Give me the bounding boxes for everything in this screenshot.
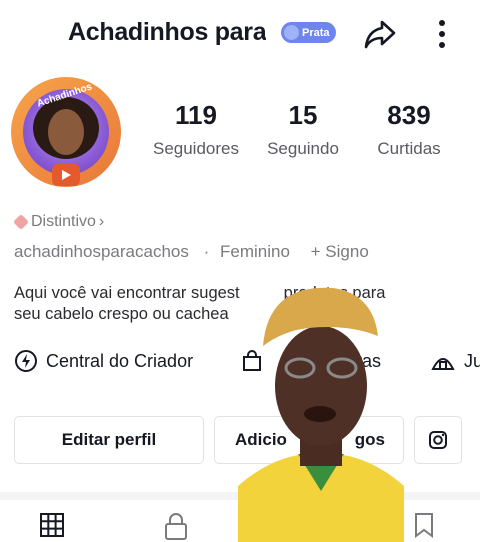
- lock-icon: [165, 513, 187, 540]
- stat-likes[interactable]: 839 Curtidas: [370, 100, 448, 159]
- followers-count: 119: [175, 100, 217, 130]
- gender-label: Feminino: [220, 242, 290, 261]
- username-line: achadinhosparacachos · Feminino + Signo: [14, 242, 373, 262]
- tent-icon: [431, 358, 455, 370]
- chip-central-criador[interactable]: Central do Criador: [14, 349, 193, 373]
- distintivo-label: Distintivo: [31, 213, 96, 230]
- followers-label: Seguidores: [152, 139, 239, 158]
- share-arrow-icon: [364, 20, 396, 49]
- tab-saved[interactable]: [404, 512, 444, 542]
- instagram-icon: [429, 431, 447, 449]
- more-button[interactable]: [430, 16, 454, 52]
- profile-header: Achadinhos para Prata: [0, 0, 480, 70]
- bookmark-icon: [415, 513, 433, 538]
- overlay-person-image: [238, 287, 404, 542]
- instagram-button[interactable]: [414, 416, 462, 464]
- tab-private[interactable]: [156, 512, 196, 542]
- chevron-right-icon: ›: [98, 213, 105, 230]
- likes-count: 839: [387, 100, 431, 130]
- separator-dot: ·: [203, 242, 210, 261]
- avatar[interactable]: Achadinhos: [10, 76, 122, 194]
- distintivo-icon: [13, 214, 29, 230]
- grid-icon: [40, 513, 64, 537]
- share-button[interactable]: [362, 16, 398, 52]
- badge-icon: [284, 25, 299, 40]
- edit-profile-button[interactable]: Editar perfil: [14, 416, 204, 464]
- following-count: 15: [288, 100, 318, 130]
- chip-label: Central do Criador: [46, 350, 194, 371]
- level-badge[interactable]: Prata: [281, 22, 336, 43]
- distintivo-link[interactable]: Distintivo ›: [13, 213, 105, 231]
- chip-label: Ju: [464, 350, 480, 371]
- username: achadinhosparacachos: [14, 242, 189, 261]
- stat-following[interactable]: 15 Seguindo: [260, 100, 346, 159]
- badge-label: Prata: [302, 26, 330, 39]
- stat-followers[interactable]: 119 Seguidores: [146, 100, 246, 159]
- play-icon: [52, 164, 80, 186]
- tab-videos[interactable]: [32, 512, 72, 542]
- profile-title: Achadinhos para: [68, 18, 267, 46]
- chip-more[interactable]: Ju: [430, 349, 480, 373]
- more-vertical-icon: [439, 20, 445, 48]
- following-label: Seguindo: [267, 139, 339, 158]
- lightning-icon: [15, 350, 37, 372]
- avatar-face: [48, 109, 84, 155]
- likes-label: Curtidas: [377, 139, 441, 158]
- add-sign-button[interactable]: + Signo: [311, 242, 369, 261]
